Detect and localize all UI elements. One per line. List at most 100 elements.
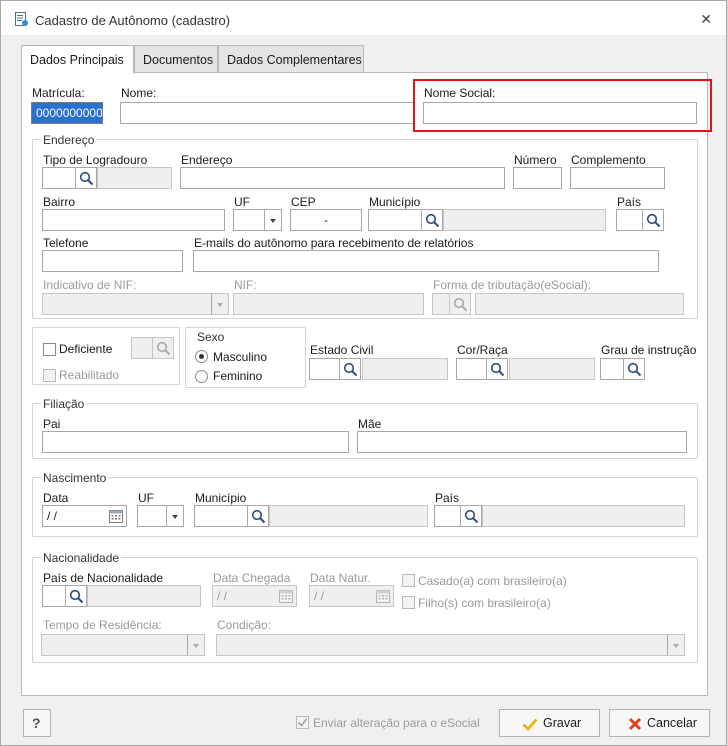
cor-raca-code-field[interactable] (456, 358, 487, 380)
matricula-field[interactable]: 00000000001 (31, 102, 103, 124)
municipio-code-field[interactable] (368, 209, 422, 231)
mae-label: Mãe (358, 417, 382, 431)
tab-dados-principais[interactable]: Dados Principais (21, 45, 134, 74)
tipo-logradouro-desc-field (97, 167, 172, 189)
reabilitado-label: Reabilitado (59, 368, 120, 382)
tempo-residencia-dropdown-icon[interactable] (187, 635, 204, 655)
estado-civil-code-field[interactable] (309, 358, 340, 380)
uf-dropdown-icon[interactable] (264, 210, 281, 230)
condicao-dropdown-icon[interactable] (667, 635, 684, 655)
pais-nacionalidade-search-icon[interactable] (65, 585, 87, 607)
grau-instrucao-search-icon[interactable] (623, 358, 645, 380)
cancelar-button[interactable]: Cancelar (609, 709, 710, 737)
help-icon: ? (32, 715, 41, 731)
pais-label: País (617, 195, 642, 209)
nascimento-municipio-code-field[interactable] (194, 505, 248, 527)
tab-documentos[interactable]: Documentos (134, 45, 218, 73)
emails-field[interactable] (193, 250, 659, 272)
forma-tributacao-code-field[interactable] (432, 293, 450, 315)
uf-select[interactable] (233, 209, 282, 231)
endereco-group-title: Endereço (41, 133, 97, 147)
pais-code-field[interactable] (616, 209, 643, 231)
deficiencia-search-icon[interactable] (152, 337, 174, 359)
masculino-label: Masculino (213, 350, 268, 364)
nascimento-uf-dropdown-icon[interactable] (166, 506, 183, 526)
bairro-field[interactable] (42, 209, 225, 231)
matricula-label: Matrícula: (32, 86, 85, 100)
deficiente-checkbox[interactable] (43, 343, 56, 356)
indicativo-nif-dropdown-icon[interactable] (211, 294, 228, 314)
nome-field[interactable] (120, 102, 414, 124)
grau-instrucao-label: Grau de instrução (601, 343, 697, 357)
forma-tributacao-desc-field (475, 293, 684, 315)
help-button[interactable]: ? (23, 709, 51, 737)
cor-raca-label: Cor/Raça (457, 343, 508, 357)
indicativo-nif-select[interactable] (42, 293, 229, 315)
condicao-select[interactable] (216, 634, 685, 656)
feminino-radio[interactable] (195, 370, 208, 383)
pai-label: Pai (43, 417, 61, 431)
data-natur-calendar-icon[interactable] (373, 585, 393, 607)
feminino-label: Feminino (213, 369, 263, 383)
nascimento-uf-label: UF (138, 491, 154, 505)
gravar-button[interactable]: Gravar (499, 709, 600, 737)
nascimento-pais-code-field[interactable] (434, 505, 461, 527)
cancelar-label: Cancelar (647, 716, 698, 730)
cor-raca-search-icon[interactable] (486, 358, 508, 380)
cor-raca-desc-field (509, 358, 595, 380)
cep-label: CEP (291, 195, 316, 209)
data-chegada-calendar-icon[interactable] (276, 585, 296, 607)
nascimento-pais-label: País (435, 491, 460, 505)
enviar-esocial-checkbox[interactable] (296, 716, 309, 729)
nascimento-pais-desc-field (482, 505, 685, 527)
tipo-logradouro-search-icon[interactable] (75, 167, 97, 189)
tempo-residencia-select[interactable] (41, 634, 205, 656)
reabilitado-checkbox[interactable] (43, 369, 56, 382)
municipio-desc-field (443, 209, 606, 231)
endereco-label: Endereço (181, 153, 233, 167)
deficiencia-code-field[interactable] (131, 337, 153, 359)
condicao-label: Condição: (217, 618, 272, 632)
pais-nacionalidade-desc-field (87, 585, 201, 607)
cep-field[interactable]: - (290, 209, 362, 231)
nascimento-uf-select[interactable] (137, 505, 184, 527)
complemento-field[interactable] (570, 167, 665, 189)
forma-tributacao-label: Forma de tributação(eSocial): (433, 278, 592, 292)
endereco-field[interactable] (180, 167, 505, 189)
nascimento-data-label: Data (43, 491, 69, 505)
nascimento-group-title: Nascimento (41, 471, 109, 485)
close-icon[interactable]: ✕ (700, 11, 712, 28)
estado-civil-search-icon[interactable] (339, 358, 361, 380)
forma-tributacao-search-icon[interactable] (449, 293, 471, 315)
pais-nacionalidade-code-field[interactable] (42, 585, 66, 607)
data-natur-label: Data Natur. (310, 571, 371, 585)
nif-field[interactable] (233, 293, 424, 315)
tab-dados-complementares[interactable]: Dados Complementares (218, 45, 364, 73)
nascimento-municipio-desc-field (269, 505, 428, 527)
masculino-radio[interactable] (195, 350, 208, 363)
enviar-esocial-label: Enviar alteração para o eSocial (313, 716, 480, 730)
grau-instrucao-code-field[interactable] (600, 358, 624, 380)
cancel-x-icon (627, 716, 643, 732)
nascimento-pais-search-icon[interactable] (460, 505, 482, 527)
nascimento-municipio-search-icon[interactable] (247, 505, 269, 527)
calendar-icon[interactable] (106, 505, 126, 527)
tipo-logradouro-code-field[interactable] (42, 167, 76, 189)
indicativo-nif-label: Indicativo de NIF: (43, 278, 137, 292)
pai-field[interactable] (42, 431, 349, 453)
telefone-field[interactable] (42, 250, 183, 272)
filhos-brasileiro-checkbox[interactable] (402, 596, 415, 609)
nascimento-municipio-label: Município (195, 491, 247, 505)
pais-search-icon[interactable] (642, 209, 664, 231)
complemento-label: Complemento (571, 153, 646, 167)
numero-label: Número (514, 153, 557, 167)
deficiente-label: Deficiente (59, 342, 113, 356)
nome-social-field[interactable] (423, 102, 697, 124)
bairro-label: Bairro (43, 195, 76, 209)
casado-brasileiro-checkbox[interactable] (402, 574, 415, 587)
numero-field[interactable] (513, 167, 562, 189)
sexo-group-title: Sexo (195, 330, 227, 344)
mae-field[interactable] (357, 431, 687, 453)
gravar-label: Gravar (543, 716, 582, 730)
municipio-search-icon[interactable] (421, 209, 443, 231)
